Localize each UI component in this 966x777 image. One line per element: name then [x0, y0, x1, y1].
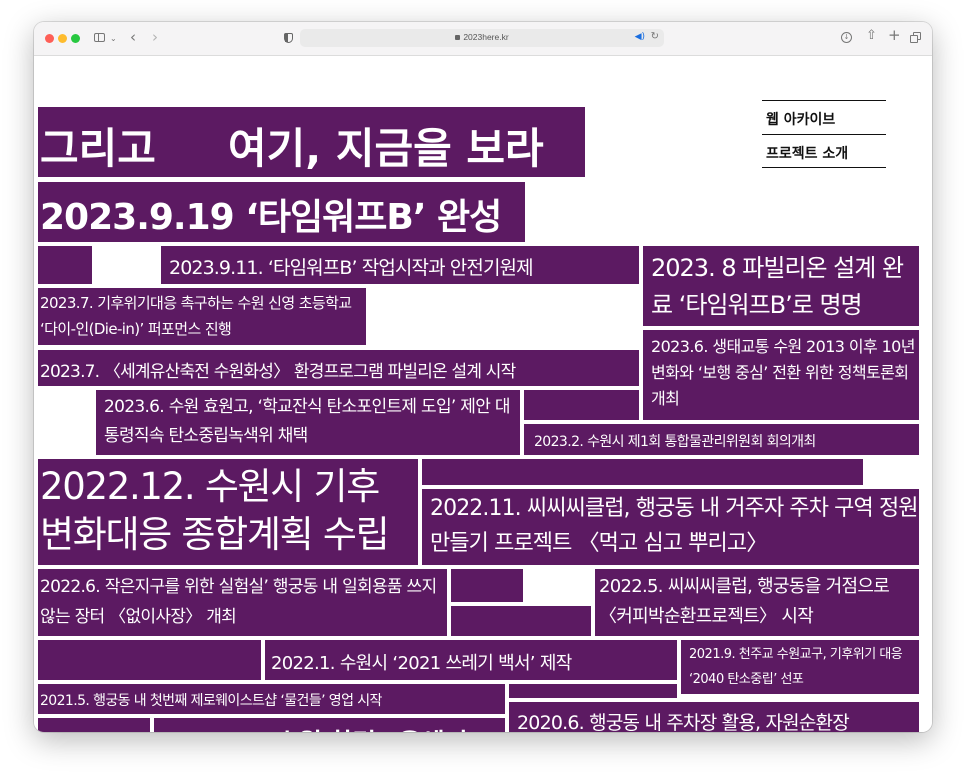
timeline-item[interactable]: 2021.9. 천주교 수원교구, 기후위기 대응 ‘2040 탄소중립’ 선포 [681, 640, 919, 694]
timeline-item-text: 2023. 8 파빌리온 설계 완료 ‘타임워프B’로 명명 [651, 254, 904, 319]
timeline-item-text: 2023.7. 〈세계유산축전 수원화성〉 환경프로그램 파빌리온 설계 시작 [40, 362, 516, 382]
timeline-item-text: 2021.9. 천주교 수원교구, 기후위기 대응 ‘2040 탄소중립’ 선포 [689, 647, 903, 687]
speaker-icon[interactable]: ◀) [635, 32, 645, 42]
timeline-item-text: 2023.6. 생태교통 수원 2013 이후 10년 변화와 ‘보행 중심’ … [651, 337, 915, 408]
download-icon[interactable]: ↓ [841, 32, 852, 43]
timeline-item[interactable]: 2022.11. 씨씨씨클럽, 행궁동 내 거주자 주차 구역 정원 만들기 프… [422, 489, 919, 565]
timeline-item-text: 2022.12. 수원시 기후 변화대응 종합계획 수립 [40, 465, 390, 556]
timeline-item[interactable]: 2023.2. 수원시 제1회 통합물관리위원회 회의개최 [524, 424, 919, 455]
timeline-item[interactable]: 2022.1. 수원시 ‘2021 쓰레기 백서’ 제작 [265, 640, 677, 680]
timeline-item[interactable]: 2020.6. 수원 환경교육센터 [154, 718, 505, 732]
timeline-item[interactable]: 2023.6. 생태교통 수원 2013 이후 10년 변화와 ‘보행 중심’ … [643, 330, 919, 420]
nav-archive-link[interactable]: 웹 아카이브 [762, 100, 886, 134]
timeline-item-text: 2021.5. 행궁동 내 첫번째 제로웨이스트샵 ‘물건들’ 영업 시작 [40, 693, 382, 709]
timeline-item[interactable]: 2022.5. 씨씨씨클럽, 행궁동을 거점으로 〈커피박순환프로젝트〉 시작 [595, 569, 919, 636]
page-content: 그리고 여기, 지금을 보라 2023.9.19 ‘타임워프B’ 완성 웹 아카… [34, 56, 932, 732]
filler-block [509, 684, 677, 698]
timeline-item[interactable]: 2023.9.11. ‘타임워프B’ 작업시작과 안전기원제 [161, 246, 639, 284]
filler-block [451, 606, 591, 636]
filler-block [38, 640, 261, 680]
timeline-item-text: 2023.9.19 ‘타임워프B’ 완성 [40, 197, 502, 238]
hero-title-right: 여기, 지금을 보라 [228, 124, 544, 173]
url-text: 2023here.kr [463, 32, 509, 42]
forward-arrow-icon[interactable]: › [152, 30, 158, 45]
tab-overview-icon[interactable] [910, 32, 921, 43]
timeline-item-text: 2020.6. 수원 환경교육센터 [164, 723, 468, 732]
zoom-window-button[interactable] [71, 34, 80, 43]
timeline-item[interactable]: 2021.5. 행궁동 내 첫번째 제로웨이스트샵 ‘물건들’ 영업 시작 [38, 684, 505, 714]
filler-block [38, 718, 150, 732]
shield-icon[interactable] [284, 33, 293, 43]
sidebar-icon[interactable] [94, 33, 105, 42]
browser-window: ⌄ ‹ › 2023here.kr ◀) ↻ ↓ ⇧ + 그리고 여기, 지금을… [34, 22, 932, 732]
filler-block [451, 569, 523, 602]
timeline-item-text: 2023.7. 기후위기대응 촉구하는 수원 신영 초등학교 ‘다이-인(Die… [40, 294, 352, 338]
timeline-item[interactable]: 2022.6. 작은지구를 위한 실험실’ 행궁동 내 일회용품 쓰지 않는 장… [38, 569, 447, 636]
chevron-down-icon[interactable]: ⌄ [110, 33, 117, 45]
address-bar[interactable]: 2023here.kr ◀) ↻ [300, 29, 664, 47]
timeline-item-text: 2022.5. 씨씨씨클럽, 행궁동을 거점으로 〈커피박순환프로젝트〉 시작 [599, 576, 890, 627]
hero-title: 그리고 여기, 지금을 보라 [38, 107, 585, 177]
close-window-button[interactable] [45, 34, 54, 43]
nav-intro-label: 프로젝트 소개 [766, 146, 849, 162]
back-arrow-icon[interactable]: ‹ [130, 30, 136, 45]
timeline-item[interactable]: 2023. 8 파빌리온 설계 완료 ‘타임워프B’로 명명 [643, 246, 919, 326]
timeline-item-text: 2023.6. 수원 효원고, ‘학교잔식 탄소포인트제 도입’ 제안 대통령직… [104, 397, 511, 446]
timeline-item[interactable]: 2023.6. 수원 효원고, ‘학교잔식 탄소포인트제 도입’ 제안 대통령직… [96, 390, 520, 455]
timeline-item[interactable]: 2023.7. 기후위기대응 촉구하는 수원 신영 초등학교 ‘다이-인(Die… [38, 288, 366, 345]
timeline-item-text: 2022.11. 씨씨씨클럽, 행궁동 내 거주자 주차 구역 정원 만들기 프… [430, 496, 919, 556]
timeline-item[interactable]: 2022.12. 수원시 기후 변화대응 종합계획 수립 [38, 459, 418, 565]
filler-block [524, 390, 639, 420]
timeline-item[interactable]: 2023.7. 〈세계유산축전 수원화성〉 환경프로그램 파빌리온 설계 시작 [38, 350, 639, 386]
filler-block [422, 459, 863, 485]
browser-toolbar: ⌄ ‹ › 2023here.kr ◀) ↻ ↓ ⇧ + [34, 22, 932, 56]
timeline-item-text: 2022.6. 작은지구를 위한 실험실’ 행궁동 내 일회용품 쓰지 않는 장… [40, 577, 437, 627]
reload-icon[interactable]: ↻ [651, 31, 659, 42]
share-icon[interactable]: ⇧ [866, 29, 877, 42]
timeline-item-text: 2022.1. 수원시 ‘2021 쓰레기 백서’ 제작 [271, 653, 572, 674]
new-tab-plus-icon[interactable]: + [888, 28, 901, 43]
minimize-window-button[interactable] [58, 34, 67, 43]
filler-block [38, 246, 92, 284]
timeline-item-text: 2020.6. 행궁동 내 주차장 활용, 자원순환장 [517, 712, 850, 732]
timeline-item-text: 2023.9.11. ‘타임워프B’ 작업시작과 안전기원제 [169, 257, 534, 279]
hero-title-left: 그리고 [40, 124, 156, 173]
lock-icon [455, 35, 461, 40]
timeline-item-text: 2023.2. 수원시 제1회 통합물관리위원회 회의개최 [534, 434, 816, 450]
timeline-item[interactable]: 2023.9.19 ‘타임워프B’ 완성 [38, 182, 525, 242]
nav-archive-label: 웹 아카이브 [766, 112, 836, 128]
timeline-item[interactable]: 2020.6. 행궁동 내 주차장 활용, 자원순환장 [509, 702, 919, 732]
nav-intro-link[interactable]: 프로젝트 소개 [762, 134, 886, 168]
